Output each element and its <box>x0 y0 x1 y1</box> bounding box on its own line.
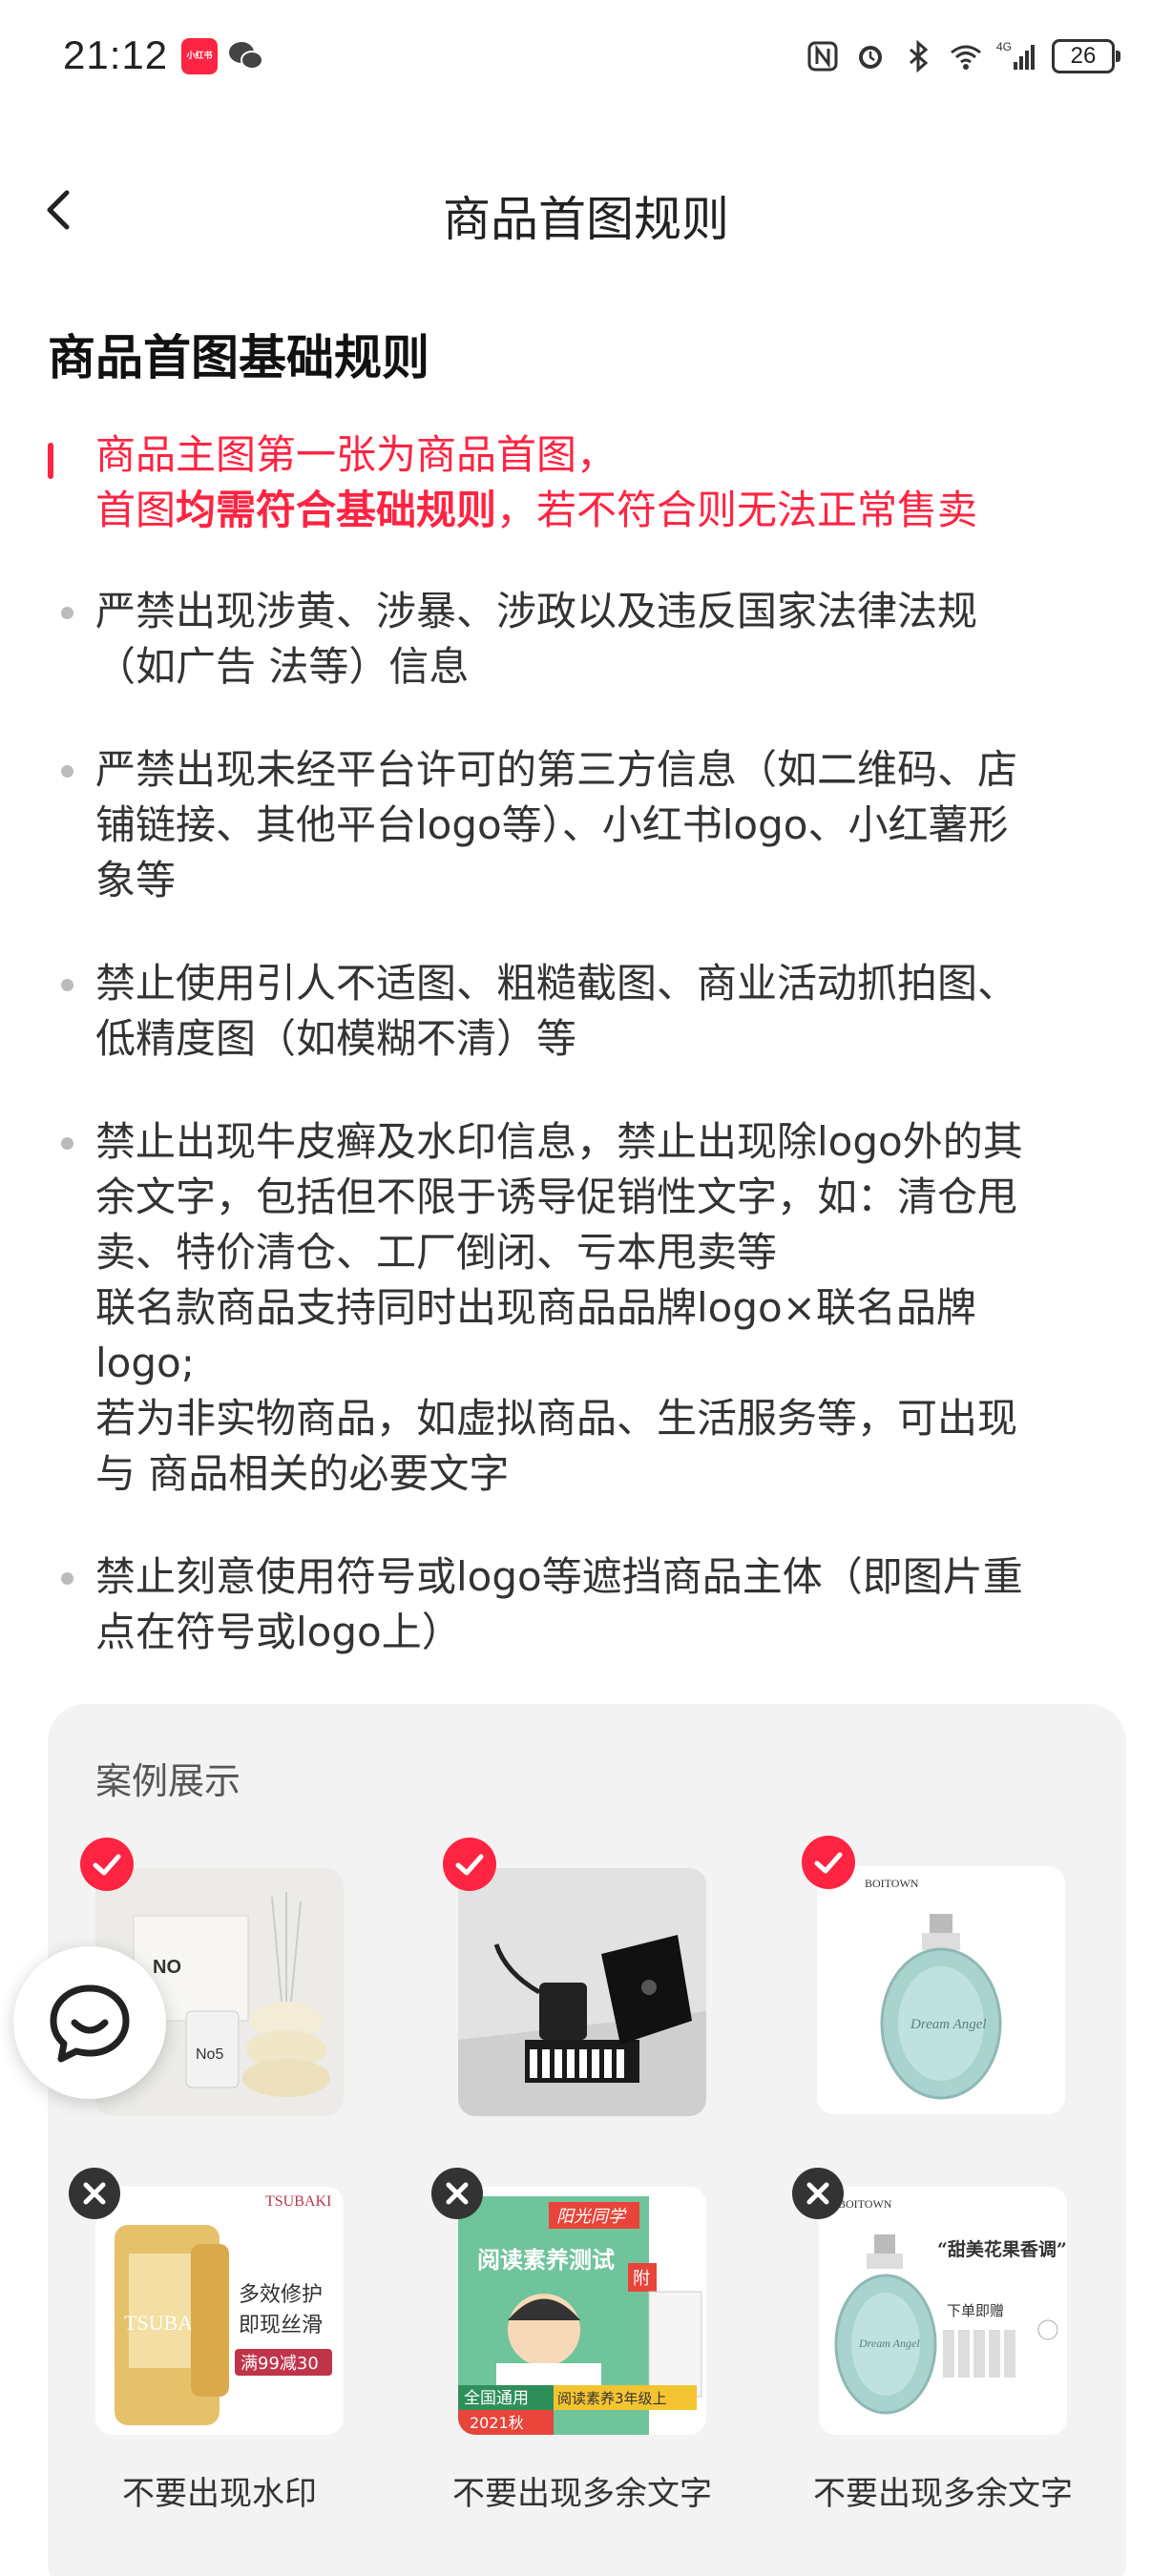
bad-example-perfume[interactable]: BOITOWN Dream Angel “甜美花果香调” 下单即赠 <box>819 2187 1067 2435</box>
bad-example-caption: 不要出现多余文字 <box>452 2475 712 2513</box>
book-badge-text: 附 <box>633 2269 650 2289</box>
rule-line: 禁止刻意使用符号或logo等遮挡商品主体（即图片重 <box>95 1553 1023 1600</box>
close-icon <box>792 2168 844 2219</box>
rule-line: 低精度图（如模糊不清）等 <box>95 1015 577 1062</box>
shampoo-promo-text: 满99减30 <box>241 2354 319 2374</box>
nav-bar: 商品首图规则 <box>0 162 1172 258</box>
signal-4g-icon: 4G <box>996 40 1035 70</box>
bluetooth-icon <box>910 39 929 73</box>
nfc-icon <box>807 41 838 72</box>
rule-line: 若为非实物商品，如虚拟商品、生活服务等，可出现 <box>95 1395 1018 1442</box>
bad-example-caption: 不要出现水印 <box>122 2475 317 2513</box>
highlight-line-2-pre: 首图 <box>95 487 177 533</box>
check-icon <box>443 1838 496 1891</box>
page-title: 商品首图规则 <box>443 192 729 247</box>
examples-panel: 案例展示 NO No5 BOITOWN Dream Angel TSUBAKI … <box>48 1704 1126 2576</box>
rule-line: 联名款商品支持同时出现商品品牌logo×联名品牌 <box>95 1284 976 1331</box>
customer-service-button[interactable] <box>13 1946 166 2099</box>
shampoo-overlay-text-2: 即现丝滑 <box>239 2314 323 2337</box>
rule-line: 禁止使用引人不适图、粗糙截图、商业活动抓拍图、 <box>95 960 1018 1007</box>
highlight-text: 商品主图第一张为商品首图， 首图均需符合基础规则，若不符合则无法正常售卖 <box>95 427 1126 538</box>
good-example-kettle[interactable] <box>458 1868 706 2116</box>
perfume-text-image: BOITOWN Dream Angel “甜美花果香调” 下单即赠 <box>819 2187 1067 2435</box>
perfume-name-text: Dream Angel <box>910 2017 987 2032</box>
bad-example-shampoo[interactable]: TSUBAKI TSUBAKI 多效修护 即现丝滑 满99减30 <box>95 2187 344 2435</box>
rule-line: 与 商品相关的必要文字 <box>95 1450 510 1497</box>
rules-list: 严禁出现涉黄、涉暴、涉政以及违反国家法律法规 （如广告 法等）信息 严禁出现未经… <box>48 584 1126 1708</box>
bullet-dot <box>61 607 73 619</box>
bad-example-caption: 不要出现多余文字 <box>813 2475 1073 2513</box>
wifi-icon <box>951 45 981 70</box>
perfume-bad-name-text: Dream Angel <box>858 2337 920 2350</box>
rule-item: 严禁出现涉黄、涉暴、涉政以及违反国家法律法规 （如广告 法等）信息 <box>48 584 1126 695</box>
highlight-line-2-bold: 均需符合基础规则 <box>176 487 497 533</box>
book-title-text: 阅读素养测试 <box>477 2247 615 2274</box>
examples-title: 案例展示 <box>95 1760 241 1802</box>
rule-line: 点在符号或logo上） <box>95 1609 462 1655</box>
chat-bubble-icon <box>50 1984 130 2063</box>
kettle-image <box>458 1868 706 2116</box>
rule-line: 卖、特价清仓、工厂倒闭、亏本甩卖等 <box>95 1229 778 1276</box>
book-year-text: 2021秋 <box>470 2414 524 2432</box>
rule-item: 严禁出现未经平台许可的第三方信息（如二维码、店 铺链接、其他平台logo等）、小… <box>48 742 1126 908</box>
perfume-brand-text: BOITOWN <box>865 1877 919 1890</box>
shampoo-image: TSUBAKI TSUBAKI 多效修护 即现丝滑 满99减30 <box>95 2187 344 2435</box>
book-brand-text: 阳光同学 <box>556 2207 627 2227</box>
rule-item: 禁止使用引人不适图、粗糙截图、商业活动抓拍图、 低精度图（如模糊不清）等 <box>48 956 1126 1067</box>
rule-line: 严禁出现涉黄、涉暴、涉政以及违反国家法律法规 <box>95 588 978 634</box>
status-bar: 21:12 小红书 4G 26 <box>0 0 1172 114</box>
rule-line: 禁止出现牛皮癣及水印信息，禁止出现除logo外的其 <box>95 1118 1023 1165</box>
highlight-line-2: 首图均需符合基础规则，若不符合则无法正常售卖 <box>95 483 1126 538</box>
perfume-image: BOITOWN Dream Angel <box>817 1866 1065 2114</box>
alarm-icon <box>859 46 882 69</box>
bullet-dot <box>61 765 73 778</box>
status-icons: 4G 26 <box>806 34 1120 78</box>
rule-line: 象等 <box>95 857 177 904</box>
highlight-line-2-post: ，若不符合则无法正常售卖 <box>496 487 978 533</box>
check-icon <box>80 1838 134 1891</box>
rule-line: （如广告 法等）信息 <box>95 643 470 690</box>
book-overlay-text-3: 阅读素养3年级上 <box>557 2390 667 2407</box>
rule-item: 禁止刻意使用符号或logo等遮挡商品主体（即图片重 点在符号或logo上） <box>48 1549 1126 1660</box>
rule-line: 严禁出现未经平台许可的第三方信息（如二维码、店 <box>95 746 1018 793</box>
bullet-dot <box>61 1572 73 1585</box>
xiaohongshu-app-icon: 小红书 <box>181 38 218 74</box>
wechat-icon <box>229 42 263 70</box>
perfume-bad-brand-text: BOITOWN <box>838 2197 892 2211</box>
close-icon <box>69 2168 120 2219</box>
check-icon <box>802 1836 855 1889</box>
rule-line: logo; <box>95 1340 195 1386</box>
diffuser-bottle-text: No5 <box>196 2046 223 2063</box>
status-time: 21:12 <box>63 32 169 77</box>
rule-line: 余文字，包括但不限于诱导促销性文字，如：清仓甩 <box>95 1174 1018 1220</box>
good-example-perfume[interactable]: BOITOWN Dream Angel <box>817 1866 1065 2114</box>
highlight-bar <box>48 443 53 479</box>
section-title: 商品首图基础规则 <box>48 330 429 385</box>
bad-example-book[interactable]: 阳光同学 阅读素养测试 附 全国通用 阅读素养3年级上 2021秋 <box>458 2187 706 2435</box>
perfume-overlay-text-2: 下单即赠 <box>947 2302 1004 2319</box>
close-icon <box>431 2168 483 2219</box>
highlight-line-1: 商品主图第一张为商品首图， <box>95 431 617 478</box>
shampoo-brand-text: TSUBAKI <box>265 2193 331 2210</box>
bullet-dot <box>61 979 73 991</box>
highlight-notice: 商品主图第一张为商品首图， 首图均需符合基础规则，若不符合则无法正常售卖 <box>48 427 1126 538</box>
rule-line: 铺链接、其他平台logo等）、小红书logo、小红薯形 <box>95 801 1009 848</box>
rule-item: 禁止出现牛皮癣及水印信息，禁止出现除logo外的其 余文字，包括但不限于诱导促销… <box>48 1114 1126 1502</box>
battery-icon: 26 <box>1052 39 1120 73</box>
perfume-overlay-text-1: “甜美花果香调” <box>937 2238 1067 2260</box>
shampoo-overlay-text-1: 多效修护 <box>239 2283 323 2307</box>
svg-text:4G: 4G <box>996 40 1012 53</box>
book-overlay-text-2: 全国通用 <box>464 2389 529 2408</box>
book-image: 阳光同学 阅读素养测试 附 全国通用 阅读素养3年级上 2021秋 <box>458 2187 706 2435</box>
bullet-dot <box>61 1137 73 1150</box>
